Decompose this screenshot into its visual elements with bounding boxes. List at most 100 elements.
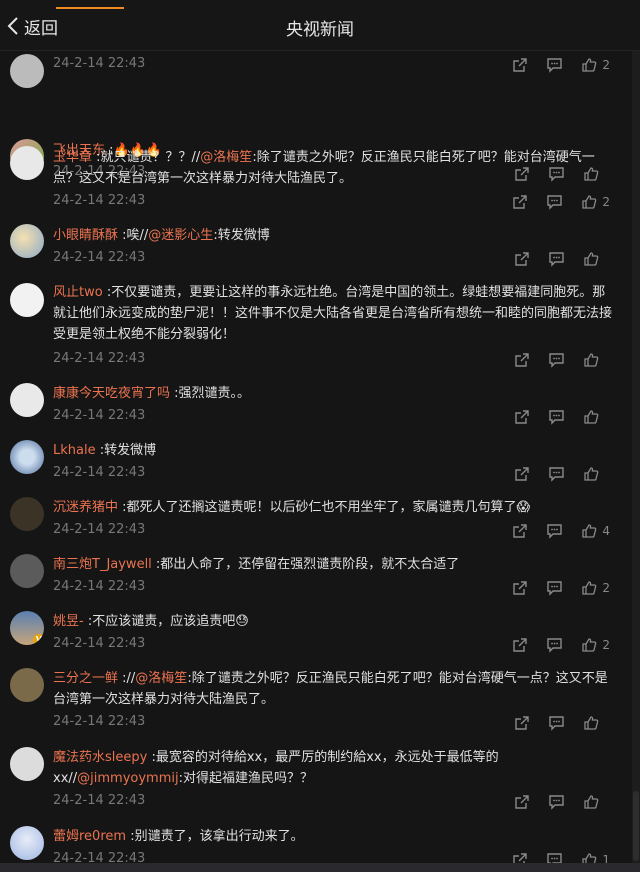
like-button[interactable]: 4: [581, 523, 610, 539]
share-button[interactable]: [512, 637, 528, 653]
share-icon: [512, 637, 528, 653]
comment-actions: [496, 408, 610, 426]
thumbs-up-icon: [581, 523, 597, 539]
share-button[interactable]: [514, 409, 530, 425]
share-button[interactable]: [512, 194, 528, 210]
comment-actions: 2: [494, 193, 610, 211]
comment-username[interactable]: 小眼睛酥酥: [53, 228, 118, 243]
comment-time: 24-2-14 22:43: [53, 465, 146, 480]
like-button[interactable]: 1: [581, 852, 610, 863]
share-button[interactable]: [514, 352, 530, 368]
comment-icon: [546, 523, 563, 539]
mention-link[interactable]: @洛梅笙: [200, 150, 252, 165]
comment-username[interactable]: Lkhale: [53, 443, 96, 458]
bottom-bar: [0, 863, 640, 872]
like-button[interactable]: 2: [581, 57, 610, 73]
share-icon: [514, 715, 530, 731]
comment-icon: [548, 409, 565, 425]
thumbs-up-icon: [583, 352, 599, 368]
share-icon: [512, 194, 528, 210]
share-icon: [514, 251, 530, 267]
scrollbar[interactable]: [632, 51, 640, 872]
like-button[interactable]: 2: [581, 637, 610, 653]
like-button[interactable]: [583, 251, 610, 267]
share-icon: [514, 409, 530, 425]
avatar[interactable]: [10, 54, 44, 88]
verified-badge-icon: V: [33, 634, 44, 645]
like-button[interactable]: 2: [581, 580, 610, 596]
comment-text: 康康今天吃夜宵了吗 :强烈谴责。。: [53, 386, 251, 401]
comment-time: 24-2-14 22:43: [53, 636, 146, 651]
comment-actions: 2: [494, 636, 610, 654]
comment-username[interactable]: 沉迷养猪中: [53, 500, 118, 515]
comment-time: 24-2-14 22:43: [53, 193, 146, 208]
comment-button[interactable]: [548, 352, 565, 368]
share-button[interactable]: [514, 715, 530, 731]
share-button[interactable]: [512, 580, 528, 596]
avatar[interactable]: [10, 826, 44, 860]
avatar[interactable]: [10, 283, 44, 317]
like-button[interactable]: 2: [581, 194, 610, 210]
comment-button[interactable]: [546, 523, 563, 539]
avatar[interactable]: [10, 668, 44, 702]
comment-username[interactable]: 南三炮T_Jaywell: [53, 557, 152, 572]
comment-username[interactable]: 三分之一鲜: [53, 671, 118, 686]
share-button[interactable]: [512, 523, 528, 539]
comment-button[interactable]: [548, 715, 565, 731]
like-button[interactable]: [583, 794, 610, 810]
comment-time: 24-2-14 22:43: [53, 579, 146, 594]
share-button[interactable]: [514, 251, 530, 267]
share-button[interactable]: [514, 466, 530, 482]
comment-icon: [546, 580, 563, 596]
avatar[interactable]: [10, 440, 44, 474]
like-button[interactable]: [583, 409, 610, 425]
comment-button[interactable]: [548, 409, 565, 425]
comment-username[interactable]: 风止two: [53, 285, 103, 300]
share-icon: [512, 523, 528, 539]
share-button[interactable]: [514, 794, 530, 810]
share-button[interactable]: [512, 852, 528, 863]
comment-button[interactable]: [546, 637, 563, 653]
comment-username[interactable]: 魔法药水sleepy: [53, 750, 147, 765]
comment-button[interactable]: [548, 794, 565, 810]
mention-link[interactable]: @jimmyoymmij: [77, 771, 178, 786]
thumbs-up-icon: [583, 794, 599, 810]
mention-link[interactable]: @迷影心生: [148, 228, 213, 243]
avatar[interactable]: [10, 554, 44, 588]
like-button[interactable]: [583, 352, 610, 368]
avatar[interactable]: [10, 383, 44, 417]
comment-username[interactable]: 康康今天吃夜宵了吗: [53, 386, 170, 401]
like-button[interactable]: [583, 715, 610, 731]
comment-time: 24-2-14 22:43: [53, 793, 146, 808]
avatar[interactable]: [10, 747, 44, 781]
avatar[interactable]: [10, 497, 44, 531]
avatar[interactable]: V: [10, 611, 44, 645]
comment-time: 24-2-14 22:43: [53, 351, 146, 366]
comment-actions: [496, 351, 610, 369]
avatar[interactable]: [10, 146, 44, 180]
comment-time: 24-2-14 22:43: [53, 714, 146, 729]
share-button[interactable]: [512, 57, 528, 73]
avatar[interactable]: [10, 224, 44, 258]
scroll-thumb[interactable]: [633, 791, 639, 861]
comment-icon: [548, 251, 565, 267]
comment-button[interactable]: [546, 57, 563, 73]
comment-button[interactable]: [546, 194, 563, 210]
comment-actions: [496, 714, 610, 732]
comment-button[interactable]: [546, 580, 563, 596]
thumbs-up-icon: [581, 852, 597, 863]
comment-button[interactable]: [546, 852, 563, 863]
comment-time: 24-2-14 22:43: [53, 408, 146, 423]
comment-icon: [548, 352, 565, 368]
comment-button[interactable]: [548, 251, 565, 267]
comment-list: 24-2-14 22:43 2 飞出天东 :🔥🔥🔥 24-2-14 22:43 …: [0, 51, 632, 863]
comment-username[interactable]: 蕾姆re0rem: [53, 829, 126, 844]
like-button[interactable]: [583, 466, 610, 482]
comment-icon: [546, 57, 563, 73]
comment-username[interactable]: 玉华章: [53, 150, 92, 165]
comment-username[interactable]: 姚昱-: [53, 614, 84, 629]
comment-text: 风止two :不仅要谴责，更要让这样的事永远杜绝。台湾是中国的领土。绿蛙想要福建…: [53, 285, 613, 342]
comment-button[interactable]: [548, 466, 565, 482]
like-count: 4: [602, 524, 610, 538]
mention-link[interactable]: @洛梅笙: [135, 671, 187, 686]
